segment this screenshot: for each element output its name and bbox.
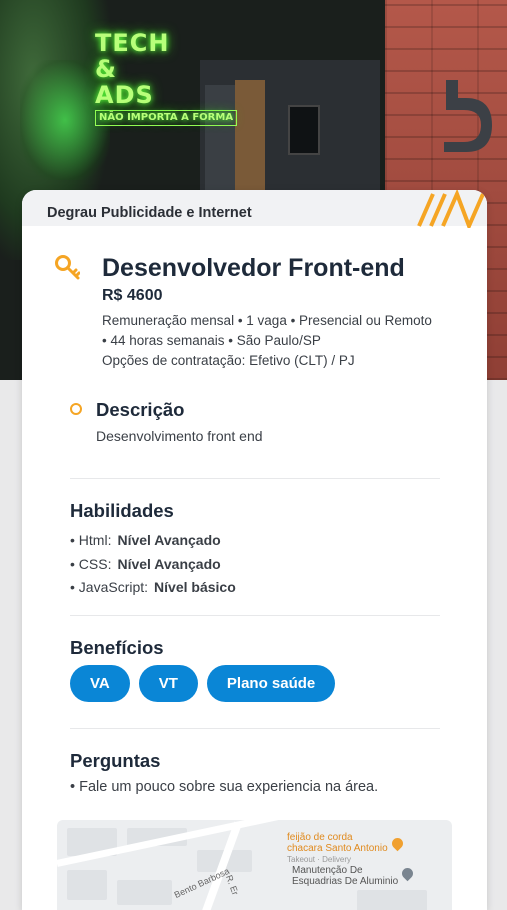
- neon-sub: NÃO IMPORTA A FORMA: [95, 110, 238, 126]
- poi-label: Manutenção De: [292, 865, 363, 876]
- card-header: Degrau Publicidade e Internet: [22, 190, 487, 228]
- map-poi-esquadrias[interactable]: Manutenção De Esquadrias De Aluminio: [292, 865, 398, 887]
- job-meta-line-3: Opções de contratação: Efetivo (CLT) / P…: [102, 353, 355, 368]
- degrau-logo-sign-icon: [444, 80, 492, 152]
- divider: [70, 615, 440, 616]
- divider: [70, 478, 440, 479]
- skill-item: • Html: Nível Avançado: [70, 529, 236, 553]
- skills-list: • Html: Nível Avançado • CSS: Nível Avança…: [70, 529, 236, 600]
- street-label: R. Er: [224, 873, 241, 897]
- map-poi-feijao[interactable]: feijão de corda chacara Santo Antonio Ta…: [287, 832, 388, 865]
- skill-name: • Html:: [70, 532, 112, 548]
- job-meta-line-1: Remuneração mensal • 1 vaga • Presencial…: [102, 313, 432, 328]
- description-bullet-icon: [70, 403, 82, 415]
- description-text: Desenvolvimento front end: [96, 428, 263, 444]
- job-card: Degrau Publicidade e Internet Desenvolve…: [22, 190, 487, 910]
- description-title: Descrição: [96, 399, 185, 420]
- skill-item: • CSS: Nível Avançado: [70, 553, 236, 577]
- skills-title: Habilidades: [70, 500, 174, 521]
- place-pin-icon[interactable]: [399, 865, 416, 882]
- job-summary: Desenvolvedor Front-end R$ 4600 Remunera…: [102, 254, 462, 371]
- job-meta: Remuneração mensal • 1 vaga • Presencial…: [102, 311, 462, 371]
- brand-stripes-icon: [417, 190, 485, 228]
- skill-level: Nível Avançado: [117, 555, 221, 572]
- benefits-list: VA VT Plano saúde: [70, 665, 336, 702]
- skill-level: Nível básico: [154, 579, 236, 595]
- map-block: [357, 890, 427, 910]
- key-icon: [55, 255, 80, 280]
- poi-label: Esquadrias De Aluminio: [292, 876, 399, 887]
- benefits-title: Benefícios: [70, 637, 164, 658]
- neon-line-1: TECH: [95, 29, 170, 57]
- benefit-pill-plano-saude[interactable]: Plano saúde: [206, 665, 336, 702]
- question-item: • Fale um pouco sobre sua experiencia na…: [70, 779, 379, 795]
- benefit-pill-va[interactable]: VA: [70, 665, 130, 702]
- poi-label: chacara Santo Antonio: [287, 843, 388, 854]
- door-wood: [235, 80, 265, 190]
- poi-label: feijão de corda: [287, 832, 353, 843]
- location-map[interactable]: feijão de corda chacara Santo Antonio Ta…: [57, 820, 452, 910]
- divider: [70, 728, 440, 729]
- job-salary: R$ 4600: [102, 287, 163, 304]
- job-title: Desenvolvedor Front-end: [102, 254, 405, 282]
- wall-frame: [288, 105, 320, 155]
- neon-line-3: ADS: [95, 81, 154, 109]
- poi-label: Takeout · Delivery: [287, 855, 352, 864]
- skill-name: • CSS:: [70, 555, 112, 572]
- neon-line-2: &: [95, 55, 117, 83]
- job-meta-line-2: • 44 horas semanais • São Paulo/SP: [102, 333, 321, 348]
- questions-title: Perguntas: [70, 750, 161, 771]
- neon-sign: TECH & ADS NÃO IMPORTA A FORMA: [95, 29, 238, 126]
- company-name: Degrau Publicidade e Internet: [47, 205, 252, 221]
- benefit-pill-vt[interactable]: VT: [138, 665, 198, 702]
- skill-name: • JavaScript:: [70, 579, 149, 595]
- skill-item: • JavaScript: Nível básico: [70, 576, 236, 600]
- map-block: [117, 880, 172, 905]
- skill-level: Nível Avançado: [117, 532, 221, 548]
- restaurant-pin-icon[interactable]: [389, 835, 406, 852]
- map-block: [67, 870, 107, 900]
